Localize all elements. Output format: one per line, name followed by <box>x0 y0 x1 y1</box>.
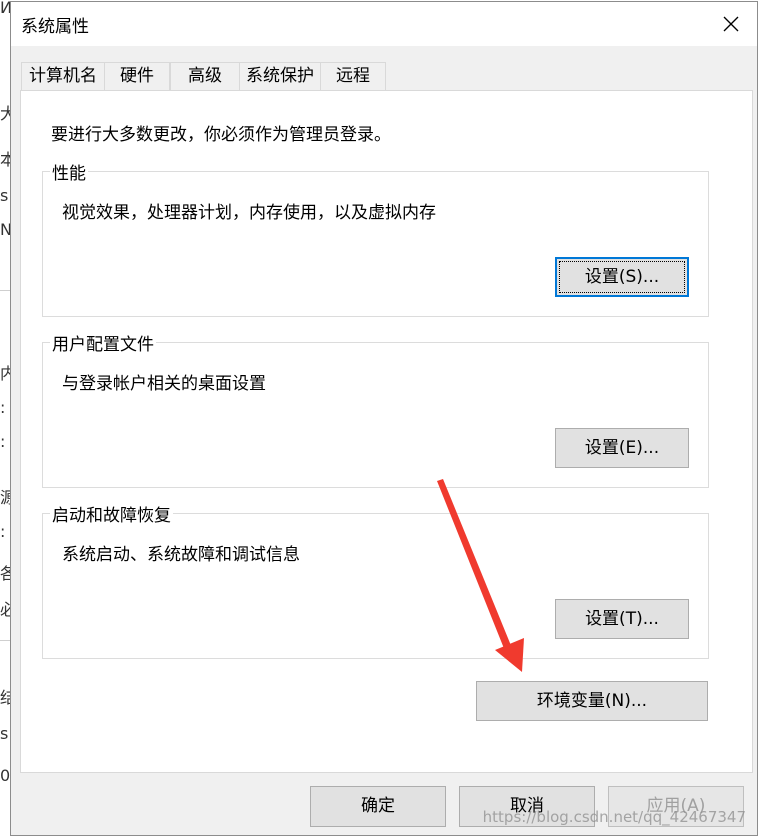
button-label: 设置(S)... <box>584 267 660 287</box>
group-description: 系统启动、系统故障和调试信息 <box>62 545 300 565</box>
title-bar[interactable]: 系统属性 <box>11 2 757 46</box>
background-divider <box>0 290 10 291</box>
group-title: 性能 <box>50 159 88 184</box>
tab-computer-name[interactable]: 计算机名 <box>21 62 105 90</box>
group-title: 启动和故障恢复 <box>50 501 173 526</box>
startup-recovery-settings-button[interactable]: 设置(T)... <box>555 599 689 639</box>
admin-notice: 要进行大多数更改，你必须作为管理员登录。 <box>51 125 391 145</box>
group-description: 视觉效果，处理器计划，内存使用，以及虚拟内存 <box>62 203 436 223</box>
background-text: s <box>0 724 9 743</box>
background-text: 结 <box>0 688 10 707</box>
group-startup-recovery: 启动和故障恢复 系统启动、系统故障和调试信息 设置(T)... <box>42 501 709 659</box>
background-text: 本 <box>0 150 10 169</box>
button-label: 确定 <box>361 796 395 816</box>
background-text: 大 <box>0 104 10 123</box>
background-text: N <box>0 220 10 239</box>
button-label: 设置(T)... <box>585 609 659 629</box>
environment-variables-button[interactable]: 环境变量(N)... <box>476 681 708 721</box>
background-text: : <box>0 398 6 417</box>
background-text: 源 <box>0 488 10 507</box>
window-title: 系统属性 <box>21 17 89 37</box>
ok-button[interactable]: 确定 <box>310 786 446 827</box>
tab-remote[interactable]: 远程 <box>320 62 386 90</box>
tab-hardware[interactable]: 硬件 <box>104 62 170 90</box>
background-text: 0 <box>0 766 10 785</box>
background-text: : <box>0 432 6 451</box>
background-divider <box>0 640 10 641</box>
background-text: 内 <box>0 364 10 383</box>
button-label: 环境变量(N)... <box>536 691 648 711</box>
background-text: И <box>0 0 10 17</box>
button-label: 设置(E)... <box>584 438 660 458</box>
group-user-profiles: 用户配置文件 与登录帐户相关的桌面设置 设置(E)... <box>42 330 709 488</box>
tab-advanced[interactable]: 高级 <box>170 62 240 90</box>
user-profiles-settings-button[interactable]: 设置(E)... <box>555 428 689 468</box>
background-text: 必 <box>0 600 10 619</box>
group-performance: 性能 视觉效果，处理器计划，内存使用，以及虚拟内存 设置(S)... <box>42 159 709 317</box>
group-title: 用户配置文件 <box>50 330 156 355</box>
system-properties-dialog: 系统属性 计算机名 硬件 高级 系统保护 远程 要进行大多数更改，你必须作为管理… <box>10 1 758 836</box>
group-description: 与登录帐户相关的桌面设置 <box>62 374 266 394</box>
performance-settings-button[interactable]: 设置(S)... <box>555 257 689 297</box>
watermark: https://blog.csdn.net/qq_42467347 <box>482 808 746 826</box>
close-icon[interactable] <box>719 12 743 36</box>
background-text: : <box>0 522 6 541</box>
background-text: 各 <box>0 564 10 583</box>
tab-system-protection[interactable]: 系统保护 <box>239 62 321 90</box>
background-text: s <box>0 186 9 205</box>
